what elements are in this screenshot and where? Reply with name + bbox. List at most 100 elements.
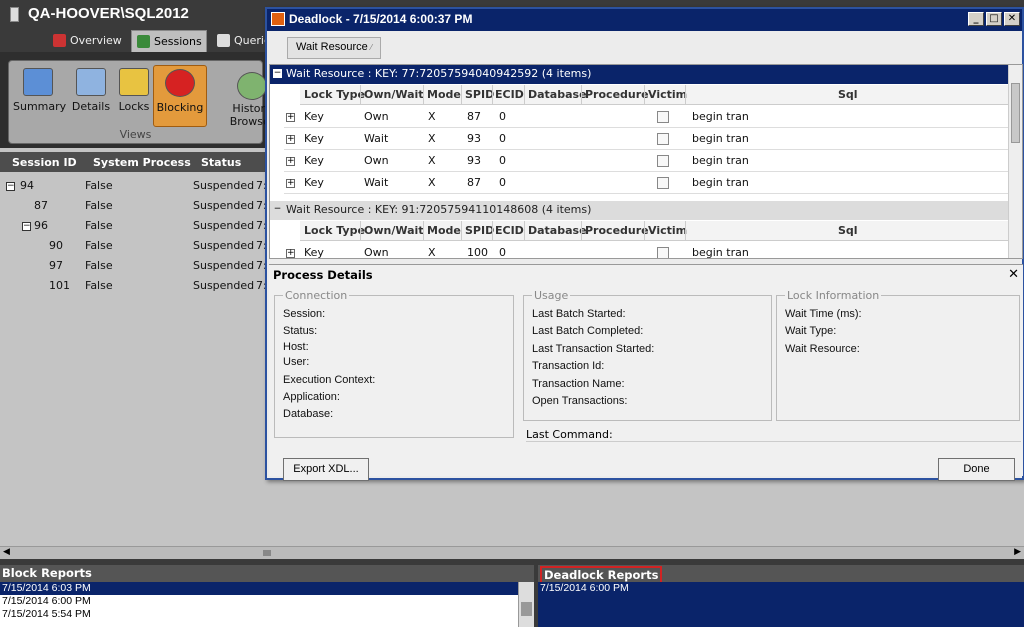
scroll-thumb[interactable] bbox=[263, 550, 271, 556]
overview-icon bbox=[53, 34, 66, 47]
list-item[interactable]: 7/15/2014 6:00 PM bbox=[0, 595, 534, 608]
close-button[interactable]: ✕ bbox=[1004, 12, 1020, 26]
session-row[interactable]: 90 False Suspended 7: bbox=[0, 236, 268, 256]
locks-button[interactable]: Locks bbox=[109, 65, 159, 127]
session-system: False bbox=[85, 259, 113, 272]
scroll-right-icon[interactable]: ▶ bbox=[1014, 547, 1021, 557]
victim-checkbox[interactable] bbox=[657, 133, 669, 145]
col-own-wait[interactable]: Own/Wait bbox=[364, 88, 424, 101]
col-mode[interactable]: Mode bbox=[427, 88, 461, 101]
last-batch-completed-label: Last Batch Completed: bbox=[532, 325, 644, 337]
group-header[interactable]: − Wait Resource : KEY: 77:72057594040942… bbox=[270, 65, 1010, 84]
list-item[interactable]: 7/15/2014 6:00 PM bbox=[538, 582, 1024, 595]
session-row[interactable]: 97 False Suspended 7: bbox=[0, 256, 268, 276]
deadlock-reports-panel: Deadlock Reports 7/15/2014 6:00 PM bbox=[538, 565, 1024, 627]
session-status: Suspended bbox=[193, 279, 255, 292]
collapse-icon[interactable]: − bbox=[273, 69, 282, 78]
collapse-icon[interactable]: − bbox=[273, 205, 282, 214]
minimize-button[interactable]: _ bbox=[968, 12, 984, 26]
cell-ecid: 0 bbox=[499, 132, 506, 145]
list-item[interactable]: 7/15/2014 5:54 PM bbox=[0, 608, 534, 621]
session-id: 97 bbox=[49, 259, 63, 272]
tab-overview[interactable]: Overview bbox=[48, 30, 128, 52]
col-sql[interactable]: Sql bbox=[838, 224, 858, 237]
victim-checkbox[interactable] bbox=[657, 155, 669, 167]
execution-context-label: Execution Context: bbox=[283, 374, 376, 386]
cell-ecid: 0 bbox=[499, 246, 506, 259]
cell-own-wait: Wait bbox=[364, 132, 389, 145]
scroll-thumb[interactable] bbox=[521, 602, 532, 616]
col-ecid[interactable]: ECID bbox=[495, 224, 524, 237]
session-row[interactable]: − 94 False Suspended 7: bbox=[0, 176, 268, 196]
block-reports-list: 7/15/2014 6:03 PM 7/15/2014 6:00 PM 7/15… bbox=[0, 582, 534, 627]
session-row[interactable]: 87 False Suspended 7: bbox=[0, 196, 268, 216]
col-lock-type[interactable]: Lock Type bbox=[304, 88, 365, 101]
server-title: QA-HOOVER\SQL2012 bbox=[28, 5, 189, 22]
summary-label: Summary bbox=[13, 100, 67, 113]
horizontal-scrollbar[interactable]: ◀ ▶ bbox=[0, 546, 1024, 559]
scroll-thumb[interactable] bbox=[1011, 83, 1020, 143]
done-button[interactable]: Done bbox=[938, 458, 1015, 481]
col-ecid[interactable]: ECID bbox=[495, 88, 524, 101]
maximize-button[interactable]: □ bbox=[986, 12, 1002, 26]
table-row[interactable]: + Key Wait X 93 0 begin tran bbox=[284, 128, 1010, 150]
cell-lock-type: Key bbox=[304, 132, 324, 145]
col-spid[interactable]: SPID bbox=[465, 224, 494, 237]
scroll-left-icon[interactable]: ◀ bbox=[3, 547, 10, 557]
close-icon[interactable]: ✕ bbox=[1008, 267, 1019, 282]
export-xdl-button[interactable]: Export XDL... bbox=[283, 458, 369, 481]
database-label: Database: bbox=[283, 408, 334, 420]
col-system-process[interactable]: System Process bbox=[93, 156, 191, 169]
dialog-title-bar[interactable]: Deadlock - 7/15/2014 6:00:37 PM _ □ ✕ bbox=[267, 9, 1022, 31]
col-spid[interactable]: SPID bbox=[465, 88, 494, 101]
cell-own-wait: Own bbox=[364, 246, 389, 259]
views-group: Summary Details Locks Blocking History B… bbox=[8, 60, 274, 144]
col-status[interactable]: Status bbox=[201, 156, 241, 169]
expand-icon[interactable]: + bbox=[286, 179, 295, 188]
table-row[interactable]: + Key Own X 87 0 begin tran bbox=[284, 106, 1010, 128]
open-transactions-label: Open Transactions: bbox=[532, 395, 628, 407]
victim-checkbox[interactable] bbox=[657, 177, 669, 189]
col-lock-type[interactable]: Lock Type bbox=[304, 224, 365, 237]
cell-own-wait: Own bbox=[364, 110, 389, 123]
collapse-icon[interactable]: − bbox=[22, 222, 31, 231]
collapse-icon[interactable]: − bbox=[6, 182, 15, 191]
expand-icon[interactable]: + bbox=[286, 135, 295, 144]
victim-checkbox[interactable] bbox=[657, 111, 669, 123]
col-mode[interactable]: Mode bbox=[427, 224, 461, 237]
expand-icon[interactable]: + bbox=[286, 157, 295, 166]
col-own-wait[interactable]: Own/Wait bbox=[364, 224, 424, 237]
group-by-chip[interactable]: Wait Resource ⁄ bbox=[287, 37, 382, 59]
lock-information-legend: Lock Information bbox=[785, 289, 882, 302]
blocking-button[interactable]: Blocking bbox=[153, 65, 207, 127]
col-session-id[interactable]: Session ID bbox=[12, 156, 77, 169]
expand-icon[interactable]: + bbox=[286, 113, 295, 122]
cell-spid: 100 bbox=[467, 246, 488, 259]
session-status: Suspended bbox=[193, 259, 255, 272]
grid-scrollbar[interactable] bbox=[1008, 65, 1022, 258]
list-item[interactable]: 7/15/2014 6:03 PM bbox=[0, 582, 534, 595]
wait-type-label: Wait Type: bbox=[785, 325, 837, 337]
group-header[interactable]: − Wait Resource : KEY: 91:72057594110148… bbox=[270, 201, 1010, 220]
col-procedure[interactable]: Procedure bbox=[585, 224, 649, 237]
table-row[interactable]: + Key Own X 100 0 begin tran bbox=[284, 242, 1010, 259]
col-victim[interactable]: Victim bbox=[648, 88, 687, 101]
col-database[interactable]: Database bbox=[528, 88, 587, 101]
col-procedure[interactable]: Procedure bbox=[585, 88, 649, 101]
expand-icon[interactable]: + bbox=[286, 249, 295, 258]
session-row[interactable]: 101 False Suspended 7: bbox=[0, 276, 268, 296]
block-reports-scrollbar[interactable] bbox=[518, 582, 534, 627]
cell-ecid: 0 bbox=[499, 176, 506, 189]
process-details-panel: Process Details ✕ Connection Session: St… bbox=[269, 264, 1023, 481]
tab-sessions[interactable]: Sessions bbox=[131, 30, 207, 52]
col-victim[interactable]: Victim bbox=[648, 224, 687, 237]
summary-button[interactable]: Summary bbox=[13, 65, 67, 127]
host-label: Host: bbox=[283, 341, 309, 353]
victim-checkbox[interactable] bbox=[657, 247, 669, 258]
table-row[interactable]: + Key Own X 93 0 begin tran bbox=[284, 150, 1010, 172]
table-row[interactable]: + Key Wait X 87 0 begin tran bbox=[284, 172, 1010, 194]
col-sql[interactable]: Sql bbox=[838, 88, 858, 101]
session-row[interactable]: − 96 False Suspended 7: bbox=[0, 216, 268, 236]
session-system: False bbox=[85, 279, 113, 292]
col-database[interactable]: Database bbox=[528, 224, 587, 237]
